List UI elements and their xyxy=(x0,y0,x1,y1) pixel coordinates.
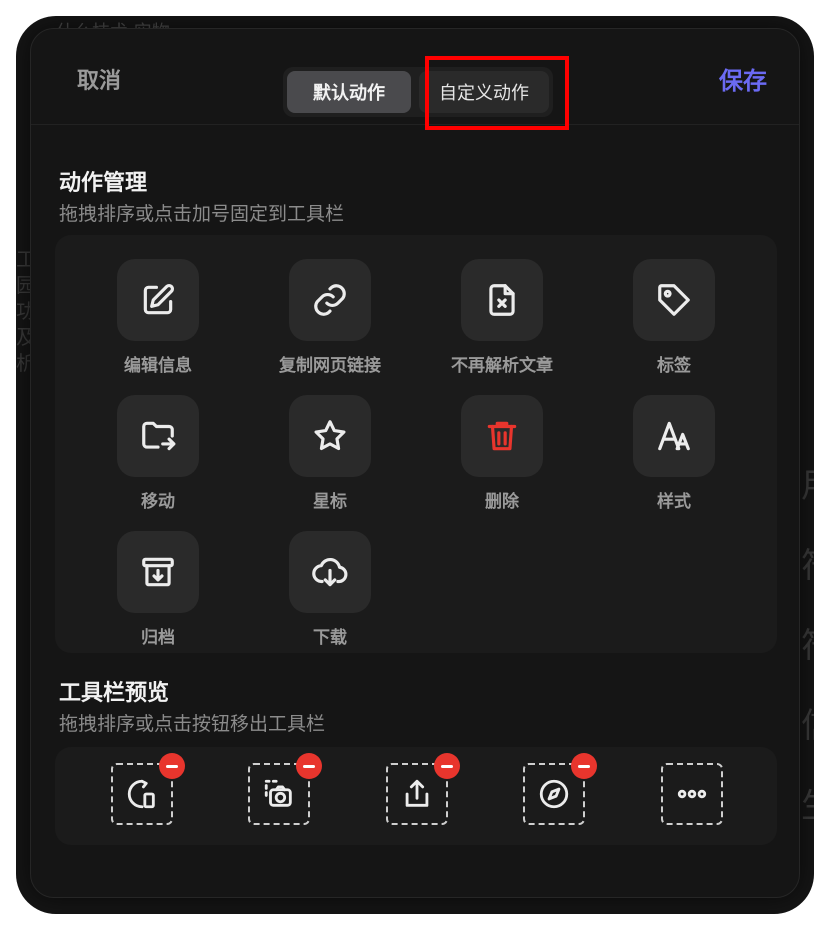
remove-button[interactable] xyxy=(159,753,185,779)
remove-button[interactable] xyxy=(296,753,322,779)
action-archive[interactable]: 归档 xyxy=(78,531,238,651)
toolbar-preview xyxy=(55,747,777,845)
action-style[interactable]: 样式 xyxy=(594,395,754,515)
compass-icon xyxy=(539,779,569,809)
action-label: 归档 xyxy=(141,628,175,648)
action-stop-parsing[interactable]: 不再解析文章 xyxy=(422,259,582,379)
action-tile xyxy=(289,395,371,477)
section-subtitle-toolbar-preview: 拖拽排序或点击按钮移出工具栏 xyxy=(59,713,326,735)
action-tile xyxy=(289,259,371,341)
toolbar-item-refresh[interactable] xyxy=(111,753,185,829)
toolbar-item-share[interactable] xyxy=(386,753,460,829)
action-label: 标签 xyxy=(657,356,691,376)
archive-icon xyxy=(142,557,174,587)
cancel-button[interactable]: 取消 xyxy=(77,63,121,95)
save-button[interactable]: 保存 xyxy=(719,61,767,96)
section-title-toolbar-preview: 工具栏预览 xyxy=(59,681,170,706)
action-tile xyxy=(633,259,715,341)
tab-default-actions[interactable]: 默认动作 xyxy=(287,71,411,113)
action-move[interactable]: 移动 xyxy=(78,395,238,515)
tag-icon xyxy=(658,284,690,316)
screenshot-icon xyxy=(264,779,292,807)
action-label: 样式 xyxy=(657,492,691,512)
action-tile xyxy=(289,531,371,613)
cloud-download-icon xyxy=(312,557,348,587)
folder-move-icon xyxy=(142,421,176,451)
action-label: 删除 xyxy=(485,492,519,512)
action-tags[interactable]: 标签 xyxy=(594,259,754,379)
backdrop-right-text: 用符符信生 xyxy=(801,446,814,846)
tab-custom-actions[interactable]: 自定义动作 xyxy=(419,71,549,113)
action-tile xyxy=(117,531,199,613)
section-subtitle-action-management: 拖拽排序或点击加号固定到工具栏 xyxy=(59,203,345,225)
action-star[interactable]: 星标 xyxy=(250,395,410,515)
modal-header: 取消 默认动作 自定义动作 保存 xyxy=(31,29,799,130)
more-icon xyxy=(677,789,707,799)
action-tile xyxy=(117,395,199,477)
section-title-action-management: 动作管理 xyxy=(59,171,148,196)
action-label: 移动 xyxy=(141,492,175,512)
toolbar-item-more[interactable] xyxy=(661,763,727,829)
action-copy-link[interactable]: 复制网页链接 xyxy=(250,259,410,379)
file-x-icon xyxy=(489,284,515,316)
action-tile xyxy=(461,259,543,341)
action-tile xyxy=(117,259,199,341)
app-frame: 什么技术 实物 工园功及析 用符符信生 取消 默认动作 自定义动作 保存 动作管… xyxy=(16,16,814,914)
action-edit-info[interactable]: 编辑信息 xyxy=(78,259,238,379)
trash-icon xyxy=(487,421,517,451)
action-tile xyxy=(633,395,715,477)
refresh-device-icon xyxy=(127,779,155,809)
link-icon xyxy=(314,284,346,316)
action-label: 下载 xyxy=(313,628,347,648)
edit-icon xyxy=(143,284,174,315)
actions-grid: 编辑信息 复制网页链接 不再解析文章 标签 移动 星标 删除 样式 归档 下载 xyxy=(55,235,777,653)
action-label: 复制网页链接 xyxy=(279,356,381,376)
action-download[interactable]: 下载 xyxy=(250,531,410,651)
remove-button[interactable] xyxy=(571,753,597,779)
action-label: 星标 xyxy=(313,492,347,512)
action-delete[interactable]: 删除 xyxy=(422,395,582,515)
remove-button[interactable] xyxy=(434,753,460,779)
share-icon xyxy=(405,779,429,807)
font-style-icon xyxy=(658,421,690,451)
action-tile xyxy=(461,395,543,477)
toolbar-item-screenshot[interactable] xyxy=(248,753,322,829)
star-icon xyxy=(314,420,346,451)
action-mode-tabs: 默认动作 自定义动作 xyxy=(283,67,553,117)
toolbar-slot xyxy=(661,763,723,825)
action-label: 编辑信息 xyxy=(124,356,192,376)
toolbar-item-compass[interactable] xyxy=(523,753,597,829)
toolbar-settings-modal: 取消 默认动作 自定义动作 保存 动作管理 拖拽排序或点击加号固定到工具栏 编辑… xyxy=(30,28,800,898)
action-label: 不再解析文章 xyxy=(451,356,553,376)
